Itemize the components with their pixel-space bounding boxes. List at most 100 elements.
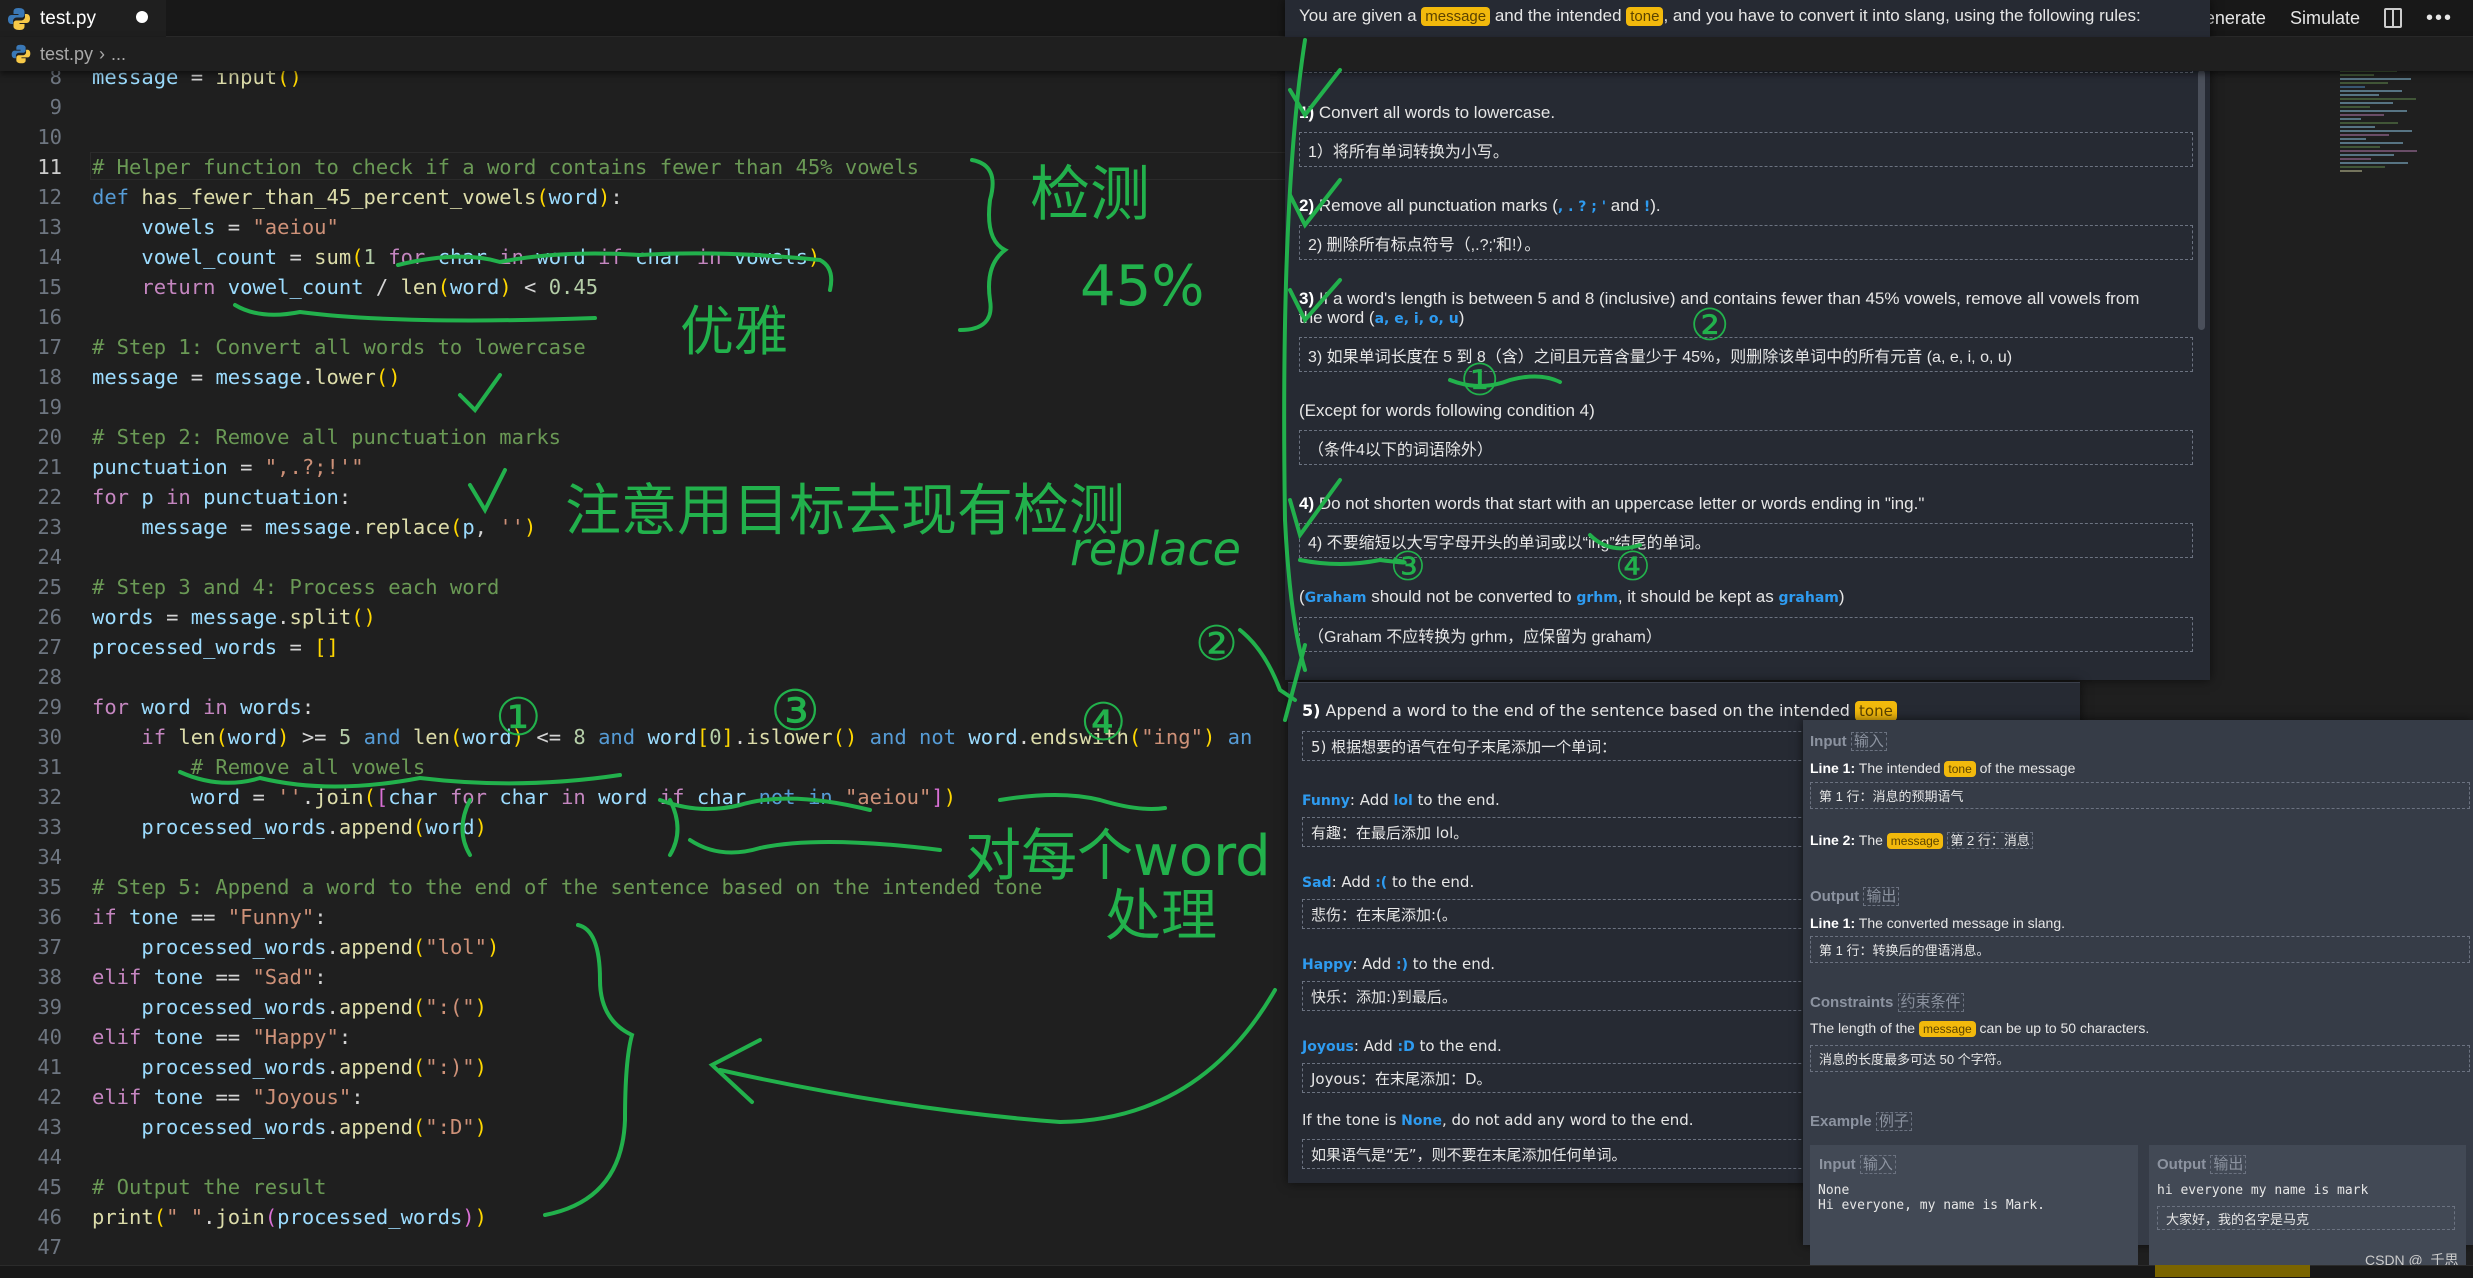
minimap-line xyxy=(2340,158,2371,160)
line-number: 27 xyxy=(37,635,62,659)
code-text[interactable]: elif tone == "Sad": xyxy=(92,962,327,992)
code-text[interactable]: for word in words: xyxy=(92,692,314,722)
code-text[interactable]: processed_words.append(":(") xyxy=(92,992,487,1022)
constraint-text: The length of the message can be up to 5… xyxy=(1810,1020,2150,1037)
breadcrumb-symbols[interactable]: ... xyxy=(111,44,126,65)
line-number: 32 xyxy=(37,785,62,809)
line-number: 30 xyxy=(37,725,62,749)
input-line-1: Line 1: The intended tone of the message xyxy=(1810,760,2076,777)
python-file-icon xyxy=(8,7,30,30)
rule-1: 1) Convert all words to lowercase. xyxy=(1299,103,1556,122)
chip-tone: tone xyxy=(1626,7,1664,26)
code-text[interactable]: vowels = "aeiou" xyxy=(92,212,339,242)
code-text[interactable]: elif tone == "Happy": xyxy=(92,1022,351,1052)
line-number: 41 xyxy=(37,1055,62,1079)
code-text[interactable]: for p in punctuation: xyxy=(92,482,351,512)
code-text[interactable]: vowel_count = sum(1 for char in word if … xyxy=(92,242,820,272)
line-number: 10 xyxy=(37,125,62,149)
line-number: 28 xyxy=(37,665,62,689)
except-note: (Except for words following condition 4) xyxy=(1299,401,1595,420)
output-line-1-translation: 第 1 行：转换后的俚语消息。 xyxy=(1810,936,2470,963)
line-number: 11 xyxy=(37,155,62,179)
minimap-line xyxy=(2340,150,2417,152)
minimap-line xyxy=(2340,90,2402,92)
example-input-box: Input 输入 None Hi everyone, my name is Ma… xyxy=(1810,1145,2138,1267)
panel-scrollbar[interactable] xyxy=(2198,70,2205,330)
intro-text: You are given a message and the intended… xyxy=(1299,6,2141,26)
minimap-line xyxy=(2340,170,2362,172)
status-bar xyxy=(0,1265,2473,1278)
breadcrumb-file[interactable]: test.py xyxy=(40,44,93,65)
code-text[interactable]: processed_words.append("lol") xyxy=(92,932,499,962)
minimap-line xyxy=(2340,106,2370,108)
minimap-line xyxy=(2340,78,2411,80)
line-number: 15 xyxy=(37,275,62,299)
rule-4-translation: 4) 不要缩短以大写字母开头的单词或以“ing”结尾的单词。 xyxy=(1299,523,2193,558)
rule-3-cont: the word (a, e, i, o, u) xyxy=(1299,308,1465,327)
line-number: 26 xyxy=(37,605,62,629)
code-text[interactable]: # Step 5: Append a word to the end of th… xyxy=(92,872,1042,902)
minimap-line xyxy=(2340,142,2403,144)
code-text[interactable]: message = message.lower() xyxy=(92,362,401,392)
more-actions-icon[interactable]: ••• xyxy=(2426,7,2453,30)
code-text[interactable]: print(" ".join(processed_words)) xyxy=(92,1202,487,1232)
rule-1-translation: 1）将所有单词转换为小写。 xyxy=(1299,132,2193,167)
code-text[interactable]: def has_fewer_than_45_percent_vowels(wor… xyxy=(92,182,623,212)
code-text[interactable]: word = ''.join([char for char in word if… xyxy=(92,782,956,812)
code-text[interactable]: return vowel_count / len(word) < 0.45 xyxy=(92,272,598,302)
line-number: 18 xyxy=(37,365,62,389)
code-text[interactable]: message = message.replace(p, '') xyxy=(92,512,536,542)
graham-example: (Graham should not be converted to grhm,… xyxy=(1299,587,1845,606)
none-rule: If the tone is None, do not add any word… xyxy=(1302,1111,1694,1129)
code-text[interactable]: processed_words.append(":)") xyxy=(92,1052,487,1082)
minimap-line xyxy=(2340,94,2379,96)
code-text[interactable]: # Helper function to check if a word con… xyxy=(92,152,919,182)
line-number: 31 xyxy=(37,755,62,779)
code-text[interactable]: # Step 2: Remove all punctuation marks xyxy=(92,422,561,452)
constraints-heading: Constraints 约束条件 xyxy=(1810,991,1964,1012)
line-number: 9 xyxy=(49,95,62,119)
minimap-line xyxy=(2340,130,2412,132)
minimap-line xyxy=(2340,114,2384,116)
input-line-1-translation: 第 1 行：消息的预期语气 xyxy=(1810,782,2470,809)
unsaved-dot-icon[interactable] xyxy=(136,11,148,23)
rule-2-translation: 2) 删除所有标点符号（,.?;'和!）。 xyxy=(1299,225,2193,260)
code-text[interactable]: if len(word) >= 5 and len(word) <= 8 and… xyxy=(92,722,1252,752)
code-text[interactable]: # Remove all vowels xyxy=(92,752,426,782)
minimap-line xyxy=(2340,110,2407,112)
line-number: 35 xyxy=(37,875,62,899)
code-text[interactable]: # Step 1: Convert all words to lowercase xyxy=(92,332,586,362)
minimap-line xyxy=(2340,134,2389,136)
tone-rule-joyous: Joyous: Add :D to the end. xyxy=(1302,1037,1502,1055)
code-text[interactable]: processed_words = [] xyxy=(92,632,339,662)
line-number: 19 xyxy=(37,395,62,419)
input-heading: Input 输入 xyxy=(1810,730,1887,751)
line-number: 22 xyxy=(37,485,62,509)
minimap-line xyxy=(2340,86,2365,88)
python-file-icon xyxy=(11,44,31,64)
code-text[interactable]: elif tone == "Joyous": xyxy=(92,1082,364,1112)
code-text[interactable]: words = message.split() xyxy=(92,602,376,632)
simulate-button[interactable]: Simulate xyxy=(2290,8,2360,29)
code-text[interactable]: # Step 3 and 4: Process each word xyxy=(92,572,499,602)
code-text[interactable]: punctuation = ",.?;!'" xyxy=(92,452,364,482)
line-number: 37 xyxy=(37,935,62,959)
line-number: 14 xyxy=(37,245,62,269)
line-number: 40 xyxy=(37,1025,62,1049)
example-output-heading: Output 输出 xyxy=(2157,1153,2247,1174)
code-text[interactable]: # Output the result xyxy=(92,1172,327,1202)
minimap[interactable] xyxy=(2340,66,2420,176)
constraint-translation: 消息的长度最多可达 50 个字符。 xyxy=(1810,1045,2470,1072)
line-number: 13 xyxy=(37,215,62,239)
minimap-line xyxy=(2340,102,2393,104)
code-text[interactable]: processed_words.append(word) xyxy=(92,812,487,842)
line-number: 39 xyxy=(37,995,62,1019)
code-text[interactable]: processed_words.append(":D") xyxy=(92,1112,487,1142)
code-text[interactable]: if tone == "Funny": xyxy=(92,902,327,932)
line-number: 25 xyxy=(37,575,62,599)
line-number: 29 xyxy=(37,695,62,719)
minimap-line xyxy=(2340,122,2398,124)
line-number: 43 xyxy=(37,1115,62,1139)
status-bar-item[interactable] xyxy=(2155,1265,2310,1277)
split-editor-icon[interactable] xyxy=(2383,8,2402,28)
